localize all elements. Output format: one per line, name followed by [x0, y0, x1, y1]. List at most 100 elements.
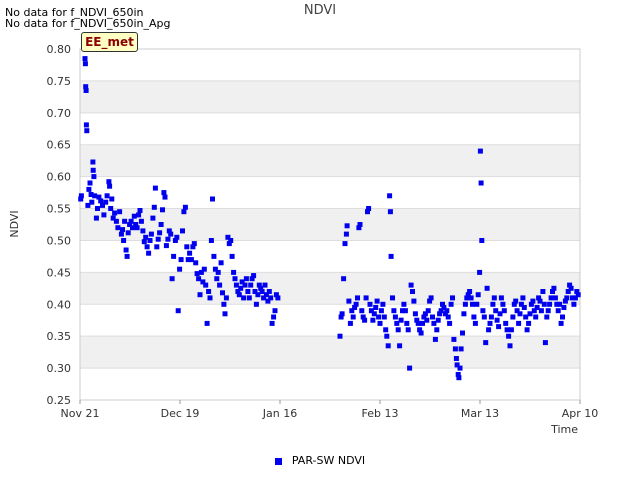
- data-point: [124, 253, 130, 259]
- data-point: [385, 343, 391, 349]
- data-point: [478, 180, 484, 186]
- data-point: [411, 298, 417, 304]
- data-point: [138, 218, 144, 224]
- data-point: [357, 222, 363, 227]
- data-point: [193, 260, 199, 266]
- data-point: [527, 311, 533, 317]
- data-point: [175, 308, 181, 314]
- data-point: [430, 314, 435, 320]
- data-point: [451, 336, 457, 342]
- data-point: [337, 333, 343, 339]
- data-point: [182, 204, 188, 210]
- data-point: [401, 301, 407, 307]
- data-point: [557, 301, 563, 307]
- data-point: [346, 298, 352, 304]
- x-tick-label: Apr 10: [562, 407, 599, 420]
- y-tick-label: 0.50: [47, 234, 72, 247]
- data-point: [493, 308, 499, 314]
- data-point: [391, 308, 397, 314]
- data-point: [242, 282, 248, 288]
- data-point: [447, 320, 453, 326]
- data-point: [571, 301, 577, 307]
- data-point: [488, 314, 494, 320]
- data-point: [89, 199, 95, 205]
- data-point: [82, 56, 88, 62]
- data-point: [163, 243, 169, 249]
- y-tick-label: 0.80: [47, 43, 72, 56]
- data-point: [87, 180, 93, 186]
- data-point: [223, 295, 229, 301]
- data-point: [196, 276, 202, 282]
- data-point: [388, 253, 394, 259]
- data-point: [197, 292, 203, 298]
- data-point: [158, 222, 164, 227]
- data-point: [347, 320, 353, 326]
- data-point: [501, 308, 507, 314]
- plot-band: [80, 80, 580, 113]
- data-point: [564, 295, 570, 301]
- data-point: [484, 285, 490, 291]
- data-point: [468, 295, 474, 301]
- data-point: [452, 346, 458, 352]
- data-point: [462, 301, 468, 307]
- data-point: [503, 320, 509, 326]
- data-point: [122, 218, 128, 224]
- legend-label-par-sw-ndvi: PAR-SW NDVI: [291, 454, 366, 467]
- data-point: [460, 330, 465, 336]
- data-point: [504, 327, 510, 333]
- data-point: [259, 289, 265, 294]
- data-point: [140, 228, 146, 234]
- data-point: [470, 301, 475, 307]
- data-point: [253, 301, 259, 307]
- data-point: [115, 225, 121, 231]
- data-point: [241, 295, 247, 301]
- data-point: [472, 320, 478, 326]
- x-tick-label: Jan 16: [262, 407, 297, 420]
- x-tick-label: Nov 21: [61, 407, 100, 420]
- data-point: [275, 295, 281, 301]
- data-point: [534, 305, 540, 310]
- data-point: [523, 314, 529, 320]
- data-point: [558, 320, 564, 326]
- data-point: [490, 301, 496, 307]
- data-point: [350, 314, 356, 320]
- data-point: [120, 227, 125, 233]
- data-point: [507, 343, 513, 349]
- data-point: [152, 185, 158, 191]
- data-point: [146, 250, 152, 256]
- data-point: [134, 225, 140, 231]
- plot-band: [80, 336, 580, 369]
- data-point: [486, 327, 492, 333]
- data-point: [477, 148, 483, 154]
- data-point: [541, 301, 547, 307]
- data-point: [424, 317, 430, 323]
- data-point: [123, 247, 129, 253]
- data-point: [497, 311, 503, 317]
- y-tick-label: 0.40: [47, 298, 72, 311]
- data-point: [339, 311, 345, 317]
- data-point: [373, 305, 379, 310]
- legend-swatch-par-sw-ndvi: [274, 457, 282, 465]
- data-point: [206, 289, 212, 294]
- data-point: [542, 340, 548, 346]
- data-point: [187, 250, 193, 256]
- data-point: [380, 301, 386, 307]
- data-point: [248, 282, 254, 288]
- data-point: [211, 253, 217, 259]
- y-tick-label: 0.55: [47, 203, 72, 216]
- data-point: [500, 301, 506, 307]
- data-point: [203, 282, 209, 288]
- data-point: [370, 317, 376, 323]
- data-point: [458, 346, 464, 352]
- data-point: [113, 218, 119, 224]
- data-point: [112, 210, 118, 216]
- x-tick-label: Feb 13: [362, 407, 399, 420]
- data-point: [171, 253, 177, 259]
- data-point: [271, 314, 277, 320]
- y-tick-label: 0.70: [47, 107, 72, 120]
- data-point: [560, 314, 565, 320]
- plot-band: [80, 272, 580, 305]
- data-point: [208, 238, 214, 243]
- data-point: [366, 206, 372, 211]
- data-point: [93, 215, 99, 221]
